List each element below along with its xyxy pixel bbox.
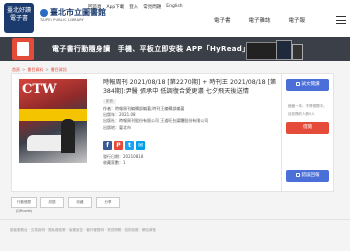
main-nav: 電子書 電子雜誌 電子報 bbox=[214, 16, 305, 24]
tab-ebooks[interactable]: 電子書 bbox=[214, 16, 231, 24]
tab-enewspaper[interactable]: 電子報 bbox=[289, 16, 306, 24]
twitter-icon[interactable]: t bbox=[125, 141, 134, 150]
book-title: 時報周刊 2021/08/18 [第2270期] + 時刊王 2021/08/1… bbox=[103, 79, 277, 95]
top-link-login[interactable]: 登入 bbox=[129, 4, 138, 10]
top-links: 回首頁 App下載 登入 常見問題 English bbox=[88, 4, 183, 10]
menu-icon[interactable] bbox=[336, 16, 346, 24]
facebook-icon[interactable]: f bbox=[103, 141, 112, 150]
footer-links[interactable]: 讀者服務台 · 交易說明 · 隱私權政策 · 版權宣告 · 著作權聲明 · 常見… bbox=[10, 228, 156, 233]
tab-emagazines[interactable]: 電子雜誌 bbox=[249, 16, 271, 24]
report-icon bbox=[295, 172, 300, 177]
qrcode-button[interactable]: 行動借閱(QRcode) bbox=[11, 197, 37, 213]
report-error-button[interactable]: 錯誤回報 bbox=[286, 170, 329, 182]
share-buttons: f P t ✉ bbox=[103, 141, 145, 150]
top-link-home[interactable]: 回首頁 bbox=[88, 4, 102, 10]
book-publisher: 出版社：時報周刊股份有限公司 王道旺台媒體股份有限公司 bbox=[103, 118, 209, 124]
format-tag: 影音 bbox=[103, 99, 116, 104]
email-icon[interactable]: ✉ bbox=[136, 141, 145, 150]
trial-button[interactable]: 試讀 bbox=[40, 197, 64, 208]
plurk-icon[interactable]: P bbox=[114, 141, 123, 150]
report-label: 錯誤回報 bbox=[301, 173, 320, 178]
top-link-english[interactable]: English bbox=[166, 4, 182, 10]
hyread-app-icon bbox=[12, 38, 34, 60]
library-name-en: TAIPEI PUBLIC LIBRARY bbox=[40, 18, 84, 22]
action-sidebar: 試文閱讀 館藏一本；不得借閱中； 目前預約人數0人 借閱 錯誤回報 bbox=[281, 73, 334, 192]
book-place: 出版地：臺北市 bbox=[103, 124, 131, 130]
availability-status: 館藏一本；不得借閱中； bbox=[288, 104, 327, 108]
borrow-button[interactable]: 借閱 bbox=[286, 122, 329, 134]
app-banner[interactable]: 電子書行動隨身讀 手機、平板立即安裝 APP「HyRead」 bbox=[0, 37, 350, 61]
logo-primary-text: 臺北好讀 電子書 bbox=[6, 7, 31, 22]
banner-text: 電子書行動隨身讀 手機、平板立即安裝 APP「HyRead」 bbox=[52, 45, 250, 53]
devices-illustration bbox=[246, 40, 306, 60]
top-bar: 臺北好讀 電子書 臺北市立圖書館 TAIPEI PUBLIC LIBRARY 回… bbox=[0, 0, 350, 38]
book-icon bbox=[295, 81, 300, 86]
footer: 讀者服務台 · 交易說明 · 隱私權政策 · 版權宣告 · 著作權聲明 · 常見… bbox=[0, 219, 350, 251]
collection-count: 收藏家數：1 bbox=[103, 160, 126, 165]
favorite-button[interactable]: 收藏 bbox=[68, 197, 92, 208]
cover-logo: CTW bbox=[22, 82, 57, 97]
library-mark-icon bbox=[40, 8, 48, 17]
reservation-count: 目前預約人數0人 bbox=[288, 112, 315, 116]
bottom-buttons: 試讀 收藏 分享 bbox=[40, 197, 120, 208]
trial-read-label: 試文閱讀 bbox=[301, 82, 320, 87]
book-metadata: 作者：時報周刊編輯部編著;時刊王編輯部編著 出版年：2021.08 出版社：時報… bbox=[103, 106, 208, 131]
taipei-ebook-logo[interactable]: 臺北好讀 電子書 bbox=[4, 3, 34, 33]
top-link-app[interactable]: App下載 bbox=[107, 4, 125, 10]
book-cover[interactable]: CTW bbox=[19, 79, 87, 163]
trial-read-button[interactable]: 試文閱讀 bbox=[286, 79, 329, 91]
top-link-faq[interactable]: 常見問題 bbox=[143, 4, 161, 10]
share-button[interactable]: 分享 bbox=[96, 197, 120, 208]
